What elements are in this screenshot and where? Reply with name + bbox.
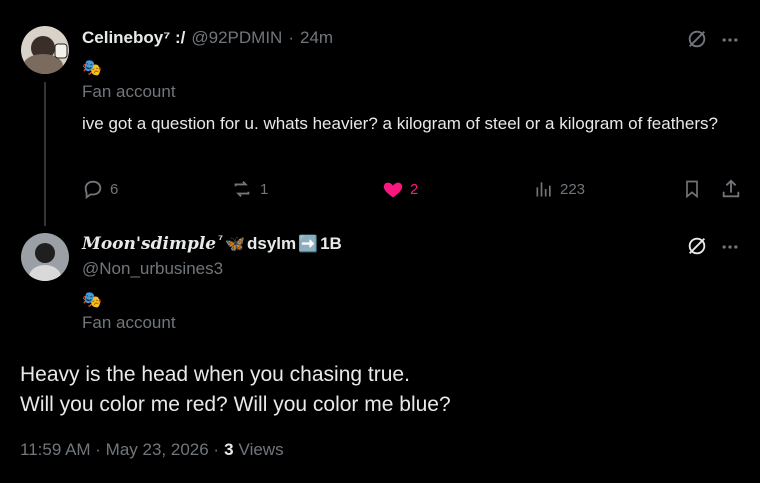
affiliation-label: Fan account: [82, 82, 176, 101]
timestamp[interactable]: 11:59 AM · May 23, 2026 ·: [20, 440, 219, 460]
handle[interactable]: @92PDMIN: [191, 28, 282, 48]
main-text: Heavy is the head when you chasing true.…: [20, 360, 740, 420]
like-button[interactable]: 2: [382, 178, 418, 200]
main-text-line-1: Heavy is the head when you chasing true.: [20, 363, 410, 386]
views-icon: [534, 178, 554, 200]
repost-icon: [230, 178, 254, 200]
reply-text: ive got a question for u. whats heavier?…: [82, 114, 718, 133]
affiliation-badge-icon: 🎭: [82, 60, 102, 77]
thread-line: [44, 82, 46, 226]
more-icon[interactable]: [720, 30, 740, 50]
repost-button[interactable]: 1: [230, 178, 268, 200]
handle[interactable]: @Non_urbusines3: [82, 259, 223, 279]
reply-header: Celineboy⁷ :/ @92PDMIN · 24m: [82, 28, 333, 48]
display-name-rest: dsylm: [247, 234, 297, 253]
views-label: Views: [238, 440, 284, 459]
main-display-name[interactable]: 𝑴𝒐𝒐𝒏'𝒔𝒅𝒊𝒎𝒑𝒍𝒆 ⁷ 🦋 dsylm ➡️ 1B: [82, 232, 342, 254]
display-name[interactable]: Celineboy⁷ :/: [82, 28, 185, 48]
share-icon[interactable]: [720, 178, 742, 200]
views-count: 223: [560, 180, 586, 198]
views-count: 3: [224, 440, 234, 459]
display-name-styled: 𝑴𝒐𝒐𝒏'𝒔𝒅𝒊𝒎𝒑𝒍𝒆: [82, 234, 217, 254]
separator: ·: [288, 28, 294, 47]
main-text-line-2: Will you color me red? Will you color me…: [20, 393, 451, 416]
avatar[interactable]: [21, 26, 69, 74]
like-count: 2: [410, 180, 419, 198]
grok-icon[interactable]: [686, 28, 708, 50]
arrow-icon: ➡️: [298, 236, 319, 253]
grok-icon[interactable]: [686, 235, 708, 257]
display-name-end: 1B: [320, 234, 342, 253]
timestamp[interactable]: 24m: [300, 28, 333, 48]
display-name-sup: ⁷: [218, 232, 224, 246]
tweet-meta: 11:59 AM · May 23, 2026 · 3 Views: [20, 440, 284, 460]
affiliation-badge-icon: 🎭: [82, 292, 102, 309]
repost-count: 1: [260, 180, 269, 198]
heart-icon: [382, 178, 404, 200]
avatar[interactable]: [21, 233, 69, 281]
reply-count: 6: [110, 180, 119, 198]
reply-icon: [82, 178, 104, 200]
views-button[interactable]: 223: [534, 178, 585, 200]
reply-button[interactable]: 6: [82, 178, 118, 200]
affiliation-label: Fan account: [82, 313, 176, 332]
bookmark-icon[interactable]: [682, 178, 702, 200]
more-icon[interactable]: [720, 237, 740, 257]
butterfly-icon: 🦋: [225, 236, 245, 253]
